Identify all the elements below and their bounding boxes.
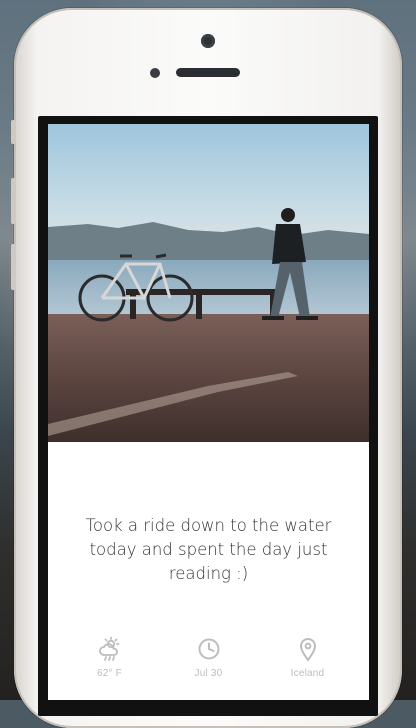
proximity-sensor [150, 68, 160, 78]
date-label: Jul 30 [194, 668, 223, 679]
weather-icon [98, 636, 119, 661]
meta-weather[interactable]: 62° F [70, 636, 150, 686]
location-label: Iceland [290, 668, 325, 679]
volume-down-button [11, 244, 16, 290]
post-caption: Took a ride down to the water today and … [85, 516, 332, 583]
earpiece-speaker [176, 68, 240, 77]
photo-illustration [48, 124, 369, 442]
volume-up-button [11, 178, 16, 224]
meta-location[interactable]: Iceland [268, 636, 348, 686]
post-meta-bar: 62° F Jul 30 Iceland [48, 636, 369, 686]
mute-switch [11, 120, 16, 144]
meta-date[interactable]: Jul 30 [169, 636, 249, 686]
front-camera [201, 34, 215, 48]
clock-icon [198, 638, 219, 660]
post-photo[interactable] [48, 124, 369, 442]
app-screen: Took a ride down to the water today and … [48, 124, 369, 700]
weather-label: 62° F [96, 668, 122, 679]
location-pin-icon [299, 638, 316, 662]
